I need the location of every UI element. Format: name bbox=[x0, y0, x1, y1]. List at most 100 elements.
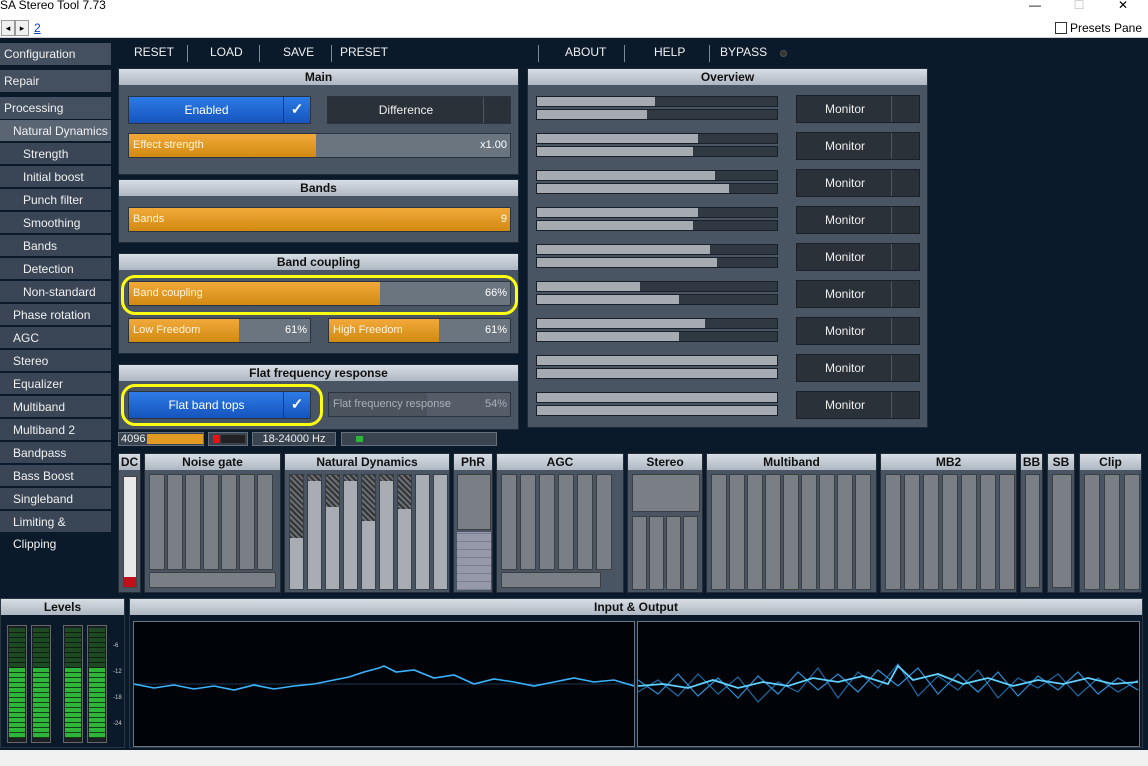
module-title: SB bbox=[1048, 454, 1074, 470]
back-arrow-icon[interactable]: ◂ bbox=[1, 20, 15, 36]
bypass-indicator-icon bbox=[780, 50, 787, 57]
sidebar-item[interactable]: Strength bbox=[0, 143, 111, 165]
module-noise-gate[interactable]: Noise gate bbox=[144, 453, 281, 593]
overview-meter bbox=[536, 109, 778, 120]
monitor-button[interactable]: Monitor bbox=[796, 95, 920, 123]
sidebar-item[interactable]: Smoothing bbox=[0, 212, 111, 234]
menu-divider bbox=[331, 45, 332, 62]
sidebar-item[interactable]: Configuration bbox=[0, 43, 111, 66]
monitor-button[interactable]: Monitor bbox=[796, 169, 920, 197]
module-column-fill bbox=[434, 475, 447, 589]
page-link[interactable]: 2 bbox=[34, 21, 41, 35]
module-agc[interactable]: AGC bbox=[496, 453, 624, 593]
sidebar-item[interactable]: AGC bbox=[0, 327, 111, 349]
monitor-button[interactable]: Monitor bbox=[796, 206, 920, 234]
sidebar-item[interactable]: Initial boost bbox=[0, 166, 111, 188]
module-title: Clip bbox=[1080, 454, 1141, 470]
sidebar-item[interactable]: Singleband bbox=[0, 488, 111, 510]
sidebar-item[interactable]: Equalizer bbox=[0, 373, 111, 395]
sidebar-item[interactable]: Natural Dynamics bbox=[0, 120, 111, 142]
module-column bbox=[539, 474, 555, 570]
module-multiband[interactable]: Multiband bbox=[706, 453, 877, 593]
sidebar-item[interactable]: Limiting & Clipping bbox=[0, 511, 111, 551]
module-mb2[interactable]: MB2 bbox=[880, 453, 1017, 593]
main-panel: Main Enabled ✓ Difference Effect strengt… bbox=[118, 68, 519, 175]
sidebar-item[interactable]: Processing bbox=[0, 97, 111, 120]
monitor-button[interactable]: Monitor bbox=[796, 317, 920, 345]
module-title: Stereo bbox=[628, 454, 702, 470]
monitor-button[interactable]: Monitor bbox=[796, 132, 920, 160]
sidebar-item[interactable]: Phase rotation bbox=[0, 304, 111, 326]
load-button[interactable]: LOAD bbox=[210, 45, 243, 59]
module-column bbox=[167, 474, 183, 570]
module-column bbox=[666, 516, 681, 590]
sidebar-item[interactable]: Non-standard bbox=[0, 281, 111, 303]
module-column bbox=[239, 474, 255, 570]
slider-label: High Freedom bbox=[333, 324, 403, 336]
monitor-label: Monitor bbox=[824, 398, 865, 412]
module-column-fill bbox=[326, 506, 339, 589]
meter-fill bbox=[537, 369, 777, 378]
overview-meter bbox=[536, 368, 778, 379]
meter-fill bbox=[537, 184, 729, 193]
low-freedom-slider[interactable]: Low Freedom 61% bbox=[128, 318, 311, 343]
module-column bbox=[433, 474, 448, 590]
overview-panel: Overview Monitor Monitor Monitor Monitor Mon… bbox=[527, 68, 928, 428]
checkbox-icon bbox=[1054, 22, 1067, 34]
monitor-button[interactable]: Monitor bbox=[796, 280, 920, 308]
preset-button[interactable]: PRESET bbox=[340, 45, 388, 59]
module-sb[interactable]: SB bbox=[1047, 453, 1075, 593]
monitor-button[interactable]: Monitor bbox=[796, 354, 920, 382]
monitor-button[interactable]: Monitor bbox=[796, 391, 920, 419]
block-size-label: 4096 bbox=[121, 433, 146, 445]
sidebar-item[interactable]: Stereo bbox=[0, 350, 111, 372]
checkbox-empty-icon bbox=[891, 244, 919, 270]
module-stereo[interactable]: Stereo bbox=[627, 453, 703, 593]
sidebar-item[interactable]: Bass Boost bbox=[0, 465, 111, 487]
bands-slider[interactable]: Bands 9 bbox=[128, 207, 511, 232]
enabled-toggle[interactable]: Enabled ✓ bbox=[128, 96, 311, 124]
difference-toggle[interactable]: Difference bbox=[327, 96, 511, 124]
sidebar: Configuration Repair Processing Natural Dyn… bbox=[0, 38, 115, 598]
module-column bbox=[343, 474, 358, 590]
checkbox-empty-icon bbox=[891, 96, 919, 122]
maximize-button[interactable]: ☐ bbox=[1056, 0, 1102, 16]
sidebar-item[interactable]: Multiband bbox=[0, 396, 111, 418]
module-phase-rotation[interactable]: PhR bbox=[453, 453, 493, 593]
effect-strength-slider[interactable]: Effect strength x1.00 bbox=[128, 133, 511, 158]
level-meter bbox=[63, 625, 83, 743]
module-column bbox=[683, 516, 698, 590]
high-freedom-slider[interactable]: High Freedom 61% bbox=[328, 318, 511, 343]
forward-arrow-icon[interactable]: ▸ bbox=[15, 20, 29, 36]
flat-frequency-response-slider[interactable]: Flat frequency response 54% bbox=[328, 392, 511, 417]
sidebar-item[interactable]: Bands bbox=[0, 235, 111, 257]
checkbox-empty-icon bbox=[891, 355, 919, 381]
module-bb[interactable]: BB bbox=[1020, 453, 1043, 593]
monitor-label: Monitor bbox=[824, 176, 865, 190]
help-button[interactable]: HELP bbox=[654, 45, 685, 59]
difference-label: Difference bbox=[378, 103, 434, 117]
module-clip[interactable]: Clip bbox=[1079, 453, 1142, 593]
sidebar-item[interactable]: Detection bbox=[0, 258, 111, 280]
monitor-button[interactable]: Monitor bbox=[796, 243, 920, 271]
sidebar-item[interactable]: Bandpass bbox=[0, 442, 111, 464]
presets-pane-checkbox[interactable]: Presets Pane bbox=[1054, 21, 1142, 35]
frequency-range: 18-24000 Hz bbox=[252, 432, 336, 446]
module-column bbox=[837, 474, 853, 590]
menu-divider bbox=[624, 45, 625, 62]
sidebar-item[interactable]: Multiband 2 bbox=[0, 419, 111, 441]
checkbox-empty-icon bbox=[891, 133, 919, 159]
save-button[interactable]: SAVE bbox=[283, 45, 314, 59]
meter-fill bbox=[537, 110, 648, 119]
module-dc[interactable]: DC bbox=[118, 453, 141, 593]
activity-led-icon bbox=[356, 436, 363, 442]
close-button[interactable]: ✕ bbox=[1100, 0, 1146, 16]
minimize-button[interactable]: — bbox=[1012, 0, 1058, 16]
sidebar-item[interactable]: Punch filter bbox=[0, 189, 111, 211]
bypass-button[interactable]: BYPASS bbox=[720, 45, 767, 59]
module-natural-dynamics[interactable]: Natural Dynamics bbox=[284, 453, 450, 593]
module-column bbox=[397, 474, 412, 590]
about-button[interactable]: ABOUT bbox=[565, 45, 606, 59]
sidebar-item[interactable]: Repair bbox=[0, 70, 111, 93]
reset-button[interactable]: RESET bbox=[134, 45, 174, 59]
